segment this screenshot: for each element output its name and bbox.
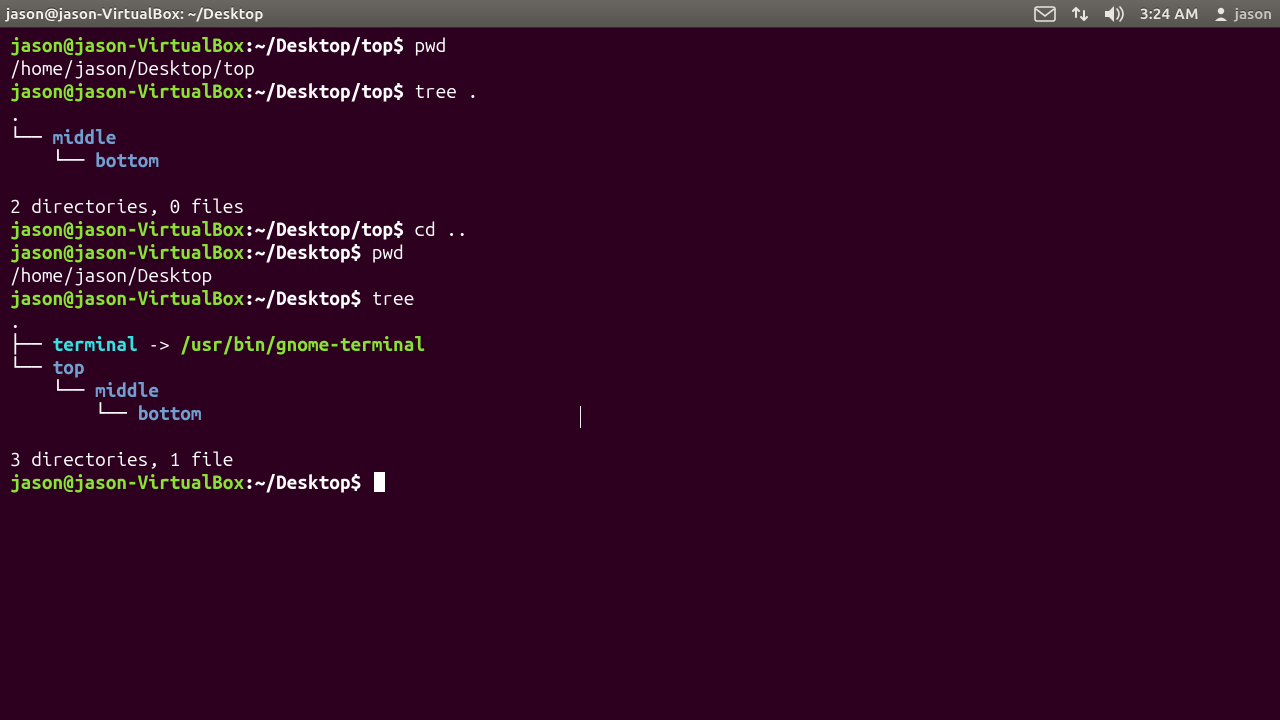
clock-text: 3:24 AM (1140, 5, 1199, 22)
tree-branch: └── (10, 356, 53, 378)
tree-branch (10, 379, 53, 401)
prompt-sep: : (244, 218, 255, 240)
tree-branch: └── (10, 126, 53, 148)
user-name: jason (1235, 5, 1272, 22)
blank-line (10, 425, 1280, 448)
prompt-user: jason@jason-VirtualBox (10, 287, 244, 309)
user-icon (1213, 6, 1229, 22)
prompt-line: jason@jason-VirtualBox:~/Desktop$ (10, 471, 1280, 494)
network-icon (1070, 5, 1090, 23)
terminal-output: jason@jason-VirtualBox:~/Desktop/top$ pw… (10, 34, 1280, 494)
tree-branch: └── (53, 149, 96, 171)
tree-dir: bottom (95, 149, 159, 171)
top-panel: jason@jason-VirtualBox: ~/Desktop (0, 0, 1280, 28)
prompt-path: ~/Desktop (255, 241, 351, 263)
tree-line: └── top (10, 356, 1280, 379)
terminal[interactable]: jason@jason-VirtualBox:~/Desktop/top$ pw… (0, 28, 1280, 720)
prompt-path: ~/Desktop/top (255, 34, 393, 56)
tree-symlink: terminal (53, 333, 138, 355)
tree-branch (10, 402, 53, 424)
volume-icon (1104, 5, 1126, 23)
prompt-line: jason@jason-VirtualBox:~/Desktop$ pwd (10, 241, 1280, 264)
output-line: /home/jason/Desktop/top (10, 57, 1280, 80)
tree-branch (53, 402, 96, 424)
prompt-line: jason@jason-VirtualBox:~/Desktop/top$ cd… (10, 218, 1280, 241)
mail-indicator[interactable] (1034, 6, 1056, 22)
network-indicator[interactable] (1070, 5, 1090, 23)
prompt-path: ~/Desktop (255, 287, 351, 309)
command-text: tree (372, 287, 415, 309)
tree-line: └── bottom (10, 149, 1280, 172)
tree-branch: ├── (10, 333, 53, 355)
tree-summary: 2 directories, 0 files (10, 195, 1280, 218)
tree-dir: middle (53, 126, 117, 148)
prompt-path: ~/Desktop/top (255, 218, 393, 240)
tree-dir: bottom (138, 402, 202, 424)
tree-line: └── middle (10, 126, 1280, 149)
tree-line: ├── terminal -> /usr/bin/gnome-terminal (10, 333, 1280, 356)
prompt-sep: : (244, 241, 255, 263)
prompt-dollar: $ (393, 34, 404, 56)
prompt-user: jason@jason-VirtualBox (10, 34, 244, 56)
prompt-dollar: $ (351, 471, 362, 493)
clock-indicator[interactable]: 3:24 AM (1140, 5, 1199, 22)
volume-indicator[interactable] (1104, 5, 1126, 23)
tree-arrow: -> (138, 333, 181, 355)
tree-link-target: /usr/bin/gnome-terminal (180, 333, 425, 355)
prompt-sep: : (244, 287, 255, 309)
command-text: tree . (414, 80, 478, 102)
user-indicator[interactable]: jason (1213, 5, 1272, 22)
prompt-path: ~/Desktop/top (255, 80, 393, 102)
prompt-line: jason@jason-VirtualBox:~/Desktop/top$ pw… (10, 34, 1280, 57)
prompt-user: jason@jason-VirtualBox (10, 241, 244, 263)
screen: jason@jason-VirtualBox: ~/Desktop (0, 0, 1280, 720)
tree-line: └── middle (10, 379, 1280, 402)
cursor-block (374, 472, 385, 492)
command-text: pwd (414, 34, 446, 56)
prompt-path: ~/Desktop (255, 471, 351, 493)
command-text: pwd (372, 241, 404, 263)
prompt-sep: : (244, 471, 255, 493)
prompt-user: jason@jason-VirtualBox (10, 80, 244, 102)
prompt-line: jason@jason-VirtualBox:~/Desktop/top$ tr… (10, 80, 1280, 103)
window-title: jason@jason-VirtualBox: ~/Desktop (6, 5, 264, 22)
prompt-dollar: $ (351, 241, 362, 263)
tree-line: └── bottom (10, 402, 1280, 425)
text-caret-icon (580, 406, 581, 428)
tree-branch: └── (95, 402, 138, 424)
tree-summary: 3 directories, 1 file (10, 448, 1280, 471)
blank-line (10, 172, 1280, 195)
tree-dir: middle (95, 379, 159, 401)
tree-root: . (10, 103, 1280, 126)
prompt-user: jason@jason-VirtualBox (10, 471, 244, 493)
prompt-sep: : (244, 34, 255, 56)
command-text: cd .. (414, 218, 467, 240)
prompt-sep: : (244, 80, 255, 102)
output-line: /home/jason/Desktop (10, 264, 1280, 287)
tree-root: . (10, 310, 1280, 333)
tree-branch: └── (53, 379, 96, 401)
tree-branch (10, 149, 53, 171)
mail-icon (1034, 6, 1056, 22)
prompt-user: jason@jason-VirtualBox (10, 218, 244, 240)
prompt-dollar: $ (351, 287, 362, 309)
prompt-dollar: $ (393, 218, 404, 240)
tree-dir: top (53, 356, 85, 378)
prompt-line: jason@jason-VirtualBox:~/Desktop$ tree (10, 287, 1280, 310)
prompt-dollar: $ (393, 80, 404, 102)
